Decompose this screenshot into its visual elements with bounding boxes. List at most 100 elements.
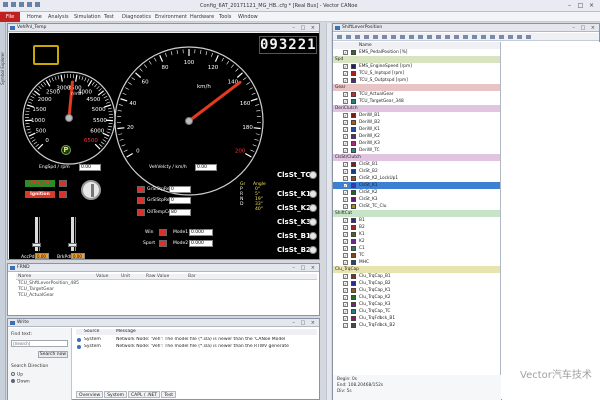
signal-checkbox[interactable]: ✓ [343,162,348,167]
write-window-controls[interactable]: – □ × [292,319,317,327]
list-item[interactable]: ✓ Clu_TrqFdbck_B1 [333,315,500,322]
toolbar-tool-icon[interactable] [382,35,387,39]
acc-pedal-slider[interactable] [32,217,41,251]
list-item[interactable]: ✓ Clu_TrqCap_K3 [333,301,500,308]
list-item[interactable]: ✓ TCU_S_Outptspd [rpm] [333,77,500,84]
signal-checkbox[interactable]: ✓ [343,176,348,181]
list-item[interactable]: ✓ TC [333,252,500,259]
toolbar-tool-icon[interactable] [517,35,522,39]
signal-checkbox[interactable]: ✓ [343,302,348,307]
signal-group[interactable]: DeriClutch [333,105,500,112]
menu-simulation[interactable]: Simulation [74,12,101,22]
toolbar-tool-icon[interactable] [400,35,405,39]
gr-sel-stp-button[interactable] [137,186,145,193]
frnd-col-value[interactable]: Value [96,274,108,280]
toolbar-tool-icon[interactable] [409,35,414,39]
toolbar-tool-icon[interactable] [373,35,378,39]
list-item[interactable]: ✓ Clu_TrqCap_B1 [333,273,500,280]
signal-checkbox[interactable]: ✓ [343,148,348,153]
win-button[interactable] [159,229,167,236]
vertical-scrollbar[interactable] [326,23,331,400]
oil-temp-value[interactable]: 80 [169,209,191,216]
signal-checkbox[interactable]: ✓ [343,316,348,321]
signal-checkbox[interactable]: ✓ [343,239,348,244]
toolbar-tool-icon[interactable] [445,35,450,39]
list-item[interactable]: ✓ C1 [333,245,500,252]
frnd-col-bar[interactable]: Bar [188,274,196,280]
list-item[interactable]: ✓ Clu_TrqFdbck_B2 [333,322,500,329]
toolbar-tool-icon[interactable] [490,35,495,39]
ignition-key-knob[interactable] [81,180,101,200]
list-item[interactable]: ✓ ClsSt_K2_LockUp1 [333,175,500,182]
list-item[interactable]: ✓ DeriW_K1 [333,126,500,133]
signal-window-controls[interactable]: – □ × [572,24,597,32]
toolbar-tool-icon[interactable] [499,35,504,39]
brake-pedal-thumb[interactable] [68,243,77,247]
list-item[interactable]: ✓ Clu_TrqCap_B2 [333,280,500,287]
signal-checkbox[interactable]: ✓ [343,218,348,223]
signal-checkbox[interactable]: ✓ [343,253,348,258]
signal-checkbox[interactable]: ✓ [343,113,348,118]
frnd-col-raw[interactable]: Raw Value [146,274,169,280]
list-item[interactable]: ✓ DeriW_B1 [333,112,500,119]
frnd-col-name[interactable]: Name [18,274,31,280]
list-item[interactable]: ✓ Clu_TrqCap_K1 [333,287,500,294]
signal-group[interactable]: ShiftCat [333,210,500,217]
toolbar-tool-icon[interactable] [391,35,396,39]
signal-checkbox[interactable]: ✓ [343,134,348,139]
list-item[interactable]: ✓ B2 [333,224,500,231]
tab-capl-net[interactable]: CAPL / .NET [127,391,161,398]
minimize-icon[interactable]: – [566,2,573,9]
toolbar-tool-icon[interactable] [454,35,459,39]
list-item[interactable]: ✓ EMS_PedalPosition [%] [333,49,500,56]
gr-sel-stp-value[interactable]: 0 [169,186,191,193]
toolbar-tool-icon[interactable] [355,35,360,39]
toolbar-tool-icon[interactable] [436,35,441,39]
key-on-switch[interactable] [59,180,67,187]
list-item[interactable]: ✓ ClsSt_K3 [333,196,500,203]
maximize-icon[interactable]: □ [577,2,584,9]
signal-checkbox[interactable]: ✓ [343,120,348,125]
toolbar-tool-icon[interactable] [472,35,477,39]
toolbar-tool-icon[interactable] [427,35,432,39]
menu-tools[interactable]: Tools [219,12,231,22]
toolbar-tool-icon[interactable] [364,35,369,39]
signal-checkbox[interactable]: ✓ [343,64,348,69]
signal-checkbox[interactable]: ✓ [343,281,348,286]
signal-group[interactable]: Gear [333,84,500,91]
list-item[interactable]: ✓ K1 [333,231,500,238]
list-item[interactable]: System Network Node: 'Veh': The model fi… [76,344,317,350]
signal-checkbox[interactable]: ✓ [343,169,348,174]
toolbar-tool-icon[interactable] [337,35,342,39]
acc-pedal-thumb[interactable] [32,243,41,247]
signal-group[interactable]: ClsSt/Clutch [333,154,500,161]
toolbar-tool-icon[interactable] [346,35,351,39]
signal-checkbox[interactable]: ✓ [343,288,348,293]
menu-analysis[interactable]: Analysis [48,12,69,22]
list-item[interactable]: ✓ ClsSt_B1 [333,161,500,168]
list-item[interactable]: ✓ Clu_TrqCap_TC [333,308,500,315]
signal-checkbox[interactable]: ✓ [343,232,348,237]
ignition-switch[interactable] [59,191,67,198]
symbol-explorer-tab[interactable]: Symbol Explorer [0,22,6,400]
signal-checkbox[interactable]: ✓ [343,92,348,97]
mode1-value[interactable]: 0.000 [189,229,213,236]
brake-pedal-slider[interactable] [68,217,77,251]
list-item[interactable]: ✓ DeriW_B2 [333,119,500,126]
signal-list-header[interactable]: Name [333,42,500,49]
signal-group[interactable]: Clu_TrqCap [333,266,500,273]
signal-checkbox[interactable]: ✓ [343,204,348,209]
gr-sel-req-value[interactable]: 0 [169,197,191,204]
signal-group[interactable]: Spd [333,56,500,63]
toolbar-tool-icon[interactable] [508,35,513,39]
frnd-window-controls[interactable]: – □ × [292,264,317,272]
signal-checkbox[interactable]: ✓ [343,225,348,230]
list-item[interactable]: ✓ MHC [333,259,500,266]
signal-plot-area[interactable] [502,42,600,400]
list-item[interactable]: ✓ Clu_TrqCap_K2 [333,294,500,301]
tab-system[interactable]: System [104,391,127,398]
menu-window[interactable]: Window [238,12,258,22]
tab-overview[interactable]: Overview [76,391,104,398]
list-item[interactable]: ✓ ClsSt_K2 [333,189,500,196]
list-item[interactable]: ✓ EMS_EngineSpeed [rpm] [333,63,500,70]
